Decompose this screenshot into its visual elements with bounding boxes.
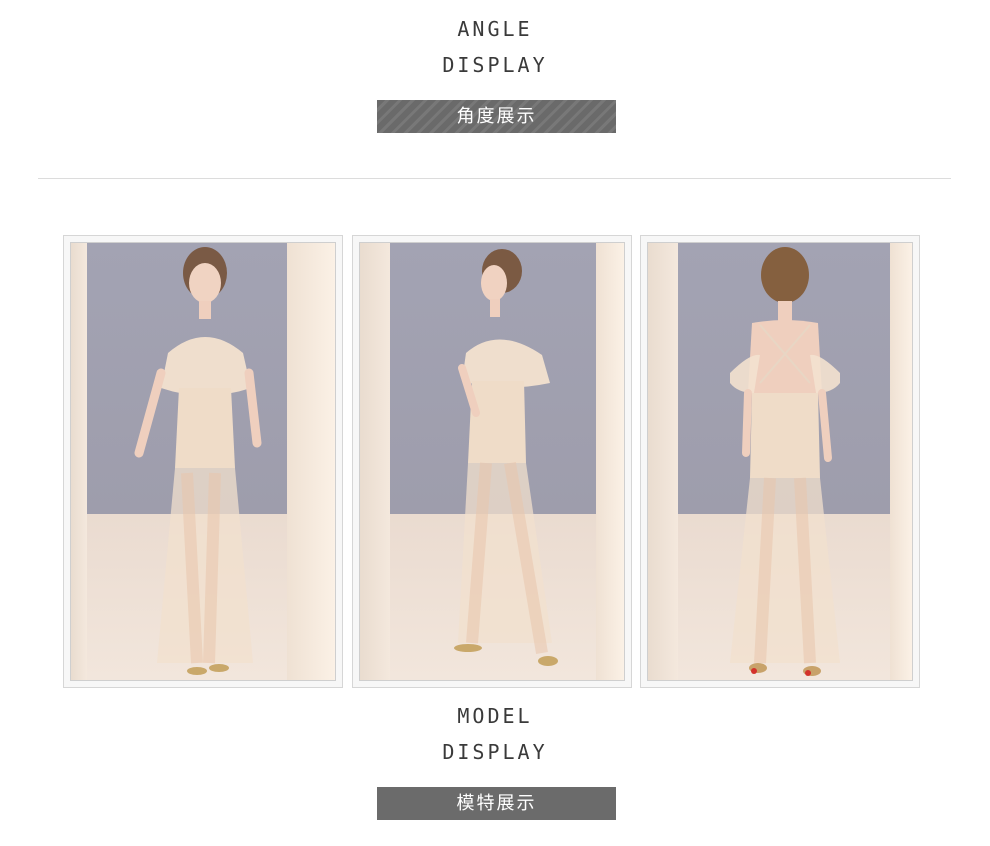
model-title-line1: MODEL	[457, 704, 533, 728]
model-figure-front	[134, 247, 262, 675]
model-figure-back	[730, 247, 840, 676]
angle-banner: 角度展示	[377, 100, 616, 133]
photo-back-image	[647, 242, 913, 681]
model-photo-front[interactable]	[63, 235, 343, 688]
section-divider	[38, 178, 951, 179]
photo-front-image	[70, 242, 336, 681]
model-banner: 模特展示	[377, 787, 616, 820]
model-title-line2: DISPLAY	[442, 740, 548, 764]
model-photo-back[interactable]	[640, 235, 920, 688]
model-figure-side	[454, 249, 558, 666]
photo-side-image	[359, 242, 625, 681]
angle-title-line1: ANGLE	[457, 17, 533, 41]
angle-title-line2: DISPLAY	[442, 53, 548, 77]
model-photo-side[interactable]	[352, 235, 632, 688]
